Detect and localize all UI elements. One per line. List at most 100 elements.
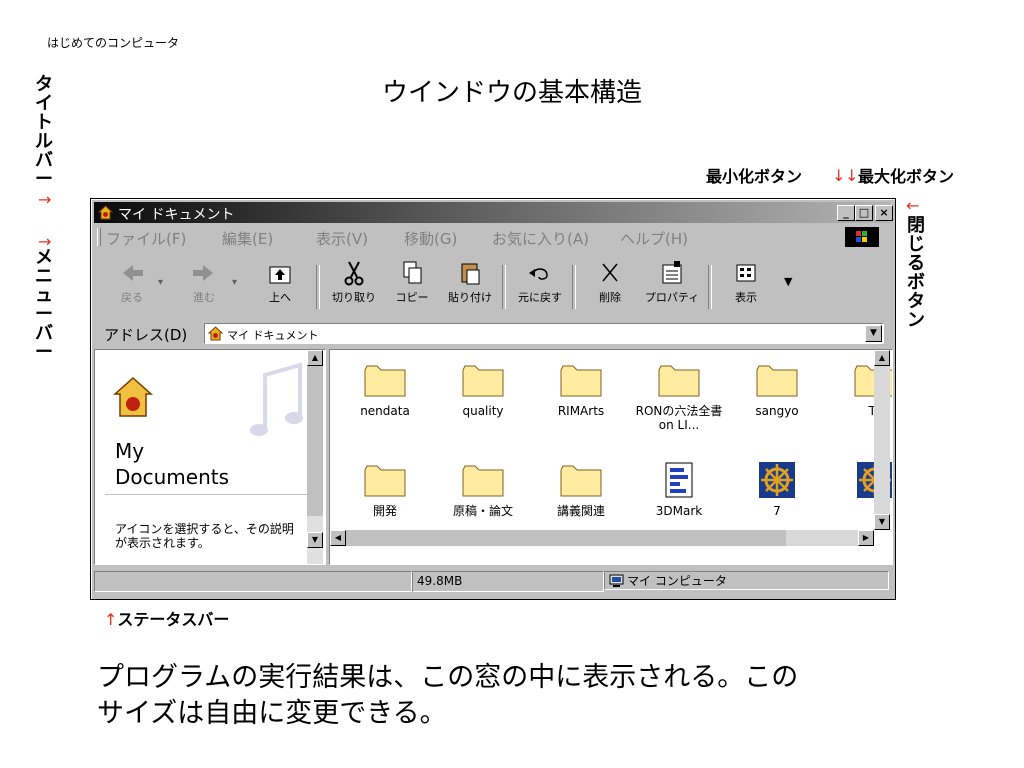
status-cell-main	[94, 571, 412, 592]
file-item[interactable]: nendata	[340, 362, 430, 418]
file-item[interactable]: 7	[732, 462, 822, 518]
paste-clipboard-icon	[461, 263, 480, 285]
file-item[interactable]: quality	[438, 362, 528, 418]
pane-title: My Documents	[115, 439, 230, 489]
status-location: マイ コンピュータ	[604, 571, 889, 590]
file-item[interactable]: 開発	[340, 462, 430, 518]
statusbar-annotation: ↑ステータスバー	[104, 610, 230, 629]
my-documents-icon	[208, 326, 223, 341]
computer-icon	[609, 574, 624, 587]
titlebar-label: タイトルバー	[35, 74, 53, 190]
pane-divider	[105, 494, 313, 495]
forward-button[interactable]: 進む	[174, 259, 234, 315]
menu-view[interactable]: 表示(V)	[316, 228, 368, 249]
delete-button[interactable]: 削除	[580, 259, 640, 315]
scroll-left-button[interactable]: ◀	[330, 530, 346, 546]
minimize-button[interactable]: _	[837, 205, 855, 221]
address-label: アドレス(D)	[104, 326, 188, 344]
menu-file[interactable]: ファイル(F)	[106, 228, 186, 249]
minimize-label: 最小化ボタン	[706, 167, 803, 186]
my-documents-icon	[98, 205, 113, 220]
close-button[interactable]: ×	[875, 205, 893, 221]
description-text: プログラムの実行結果は、この窓の中に表示される。この サイズは自由に変更できる。	[97, 662, 799, 729]
folder-icon	[462, 465, 504, 497]
back-arrow-icon	[123, 265, 143, 281]
forward-arrow-icon	[193, 265, 213, 281]
minimize-arrow: ↓	[832, 166, 846, 185]
scroll-up-button[interactable]: ▲	[874, 350, 890, 366]
address-value: マイ ドキュメント	[227, 329, 319, 342]
up-folder-icon	[269, 266, 291, 284]
file-name: 3DMark	[655, 504, 703, 518]
file-item[interactable]: RONの六法全書 on LI...	[634, 362, 724, 432]
file-item[interactable]: RIMArts	[536, 362, 626, 418]
title-bar[interactable]: マイ ドキュメント _ □ ×	[94, 202, 893, 223]
file-name: 開発	[372, 504, 397, 518]
view-dropdown-icon[interactable]: ▼	[784, 275, 792, 288]
file-name: sangyo	[755, 404, 799, 418]
maximize-arrow: ↓	[845, 166, 859, 185]
address-input[interactable]: マイ ドキュメント ▼	[204, 323, 884, 344]
scroll-up-button[interactable]: ▲	[307, 350, 323, 366]
scroll-thumb[interactable]	[307, 366, 323, 516]
toolbar: 戻る ▾ 進む ▾ 上へ 切り取り コピー 貼り付け 元に戻す 削除 プロパティ…	[94, 253, 891, 318]
left-pane-scrollbar[interactable]: ▲ ▼	[307, 350, 323, 564]
file-list-vscrollbar[interactable]: ▲ ▼	[874, 350, 890, 530]
ship-wheel-icon	[759, 462, 795, 498]
course-header: はじめてのコンピュータ	[47, 36, 180, 50]
scroll-down-button[interactable]: ▼	[307, 532, 323, 548]
view-button[interactable]: 表示	[716, 259, 776, 315]
close-label: 閉じるボタン	[907, 215, 925, 331]
close-arrow: ←	[906, 196, 920, 215]
my-documents-large-icon	[113, 376, 153, 417]
menu-grip[interactable]	[97, 228, 101, 246]
file-name: RONの六法全書 on LI...	[635, 404, 723, 432]
scissors-icon	[344, 261, 364, 286]
file-item[interactable]: 3DMark	[634, 462, 724, 518]
file-name: nendata	[360, 404, 410, 418]
maximize-button[interactable]: □	[855, 205, 873, 221]
forward-dropdown-icon[interactable]: ▾	[232, 277, 237, 288]
undo-button[interactable]: 元に戻す	[510, 259, 570, 315]
properties-button[interactable]: プロパティ	[642, 259, 702, 315]
hscroll-thumb[interactable]	[346, 530, 786, 546]
paste-button[interactable]: 貼り付け	[440, 259, 500, 315]
back-button[interactable]: 戻る	[102, 259, 162, 315]
menu-favorites[interactable]: お気に入り(A)	[492, 228, 589, 249]
undo-icon	[529, 268, 548, 280]
scroll-right-button[interactable]: ▶	[858, 530, 874, 546]
menu-bar: ファイル(F) 編集(E) 表示(V) 移動(G) お気に入り(A) ヘルプ(H…	[94, 225, 891, 249]
explorer-window[interactable]: マイ ドキュメント _ □ × ファイル(F) 編集(E) 表示(V) 移動(G…	[90, 198, 896, 600]
toolbar-separator	[502, 265, 506, 309]
view-grid-icon	[736, 264, 756, 282]
scroll-down-button[interactable]: ▼	[874, 514, 890, 530]
menu-edit[interactable]: 編集(E)	[222, 228, 273, 249]
file-item[interactable]: 原稿・論文	[438, 462, 528, 518]
file-name: 原稿・論文	[452, 504, 513, 518]
document-icon	[665, 462, 693, 498]
address-dropdown-button[interactable]: ▼	[865, 325, 882, 342]
music-note-decoration-icon	[250, 362, 303, 436]
menubar-label: メニューバー	[35, 247, 53, 363]
up-button[interactable]: 上へ	[250, 259, 310, 315]
file-item[interactable]: sangyo	[732, 362, 822, 418]
copy-button[interactable]: コピー	[382, 259, 442, 315]
slide-title: ウインドウの基本構造	[381, 78, 642, 108]
file-name: 7	[773, 504, 781, 518]
window-title: マイ ドキュメント	[118, 207, 235, 223]
toolbar-separator	[572, 265, 576, 309]
folder-icon	[756, 365, 798, 397]
folder-icon	[364, 365, 406, 397]
menu-help[interactable]: ヘルプ(H)	[620, 228, 688, 249]
menu-go[interactable]: 移動(G)	[404, 228, 457, 249]
folder-icon	[560, 465, 602, 497]
file-name: 講義関連	[556, 504, 605, 518]
web-view-pane: My Documents アイコンを選択すると、その説明が表示されます。 ▲ ▼	[94, 349, 326, 565]
file-item[interactable]: 講義関連	[536, 462, 626, 518]
file-list-pane: 73DMark講義関連原稿・論文開発TasangyoRONの六法全書 on LI…	[329, 349, 893, 565]
copy-icon	[403, 261, 422, 284]
cut-button[interactable]: 切り取り	[324, 259, 384, 315]
back-dropdown-icon[interactable]: ▾	[158, 277, 163, 288]
windows-logo-icon	[845, 227, 879, 247]
file-list-hscrollbar[interactable]: ◀ ▶	[330, 530, 874, 546]
